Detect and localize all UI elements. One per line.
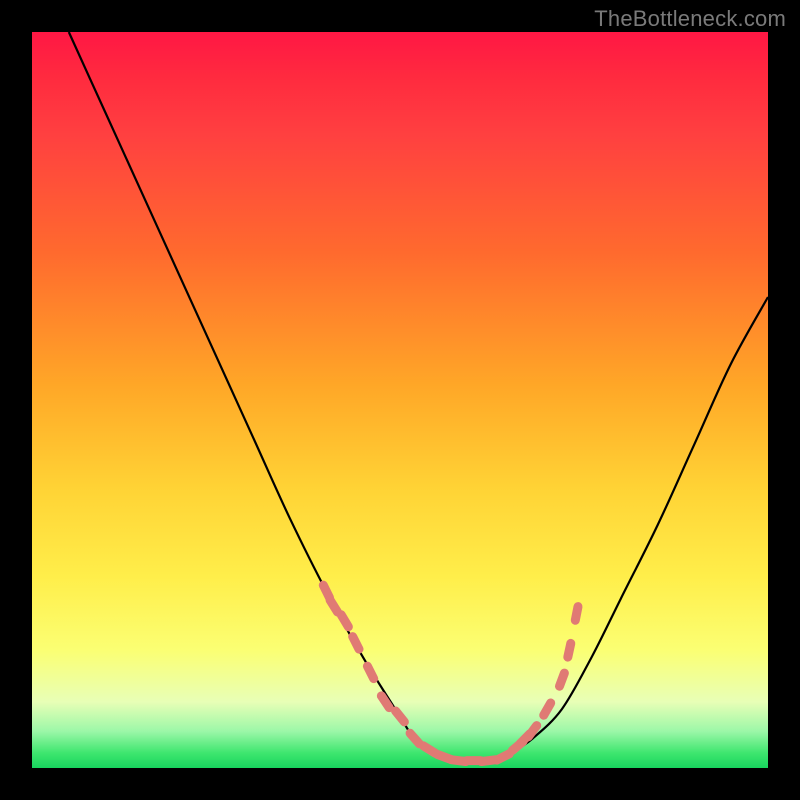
highlight-dot — [424, 746, 436, 753]
highlight-dot — [323, 585, 329, 598]
watermark-label: TheBottleneck.com — [594, 6, 786, 32]
bottleneck-curve-line — [69, 32, 768, 761]
chart-frame: TheBottleneck.com — [0, 0, 800, 800]
highlight-dot — [544, 703, 551, 715]
highlight-dot — [396, 711, 405, 722]
highlight-dot — [353, 637, 359, 650]
highlight-dots-group — [323, 585, 578, 761]
highlight-dot — [497, 754, 510, 760]
highlight-dot — [410, 733, 419, 744]
highlight-dot — [367, 666, 373, 679]
highlight-dot — [341, 615, 348, 627]
highlight-dot — [568, 643, 571, 657]
highlight-dot — [560, 673, 565, 686]
plot-area — [32, 32, 768, 768]
highlight-dot — [330, 600, 337, 612]
highlight-dot — [575, 607, 578, 621]
curve-svg — [32, 32, 768, 768]
